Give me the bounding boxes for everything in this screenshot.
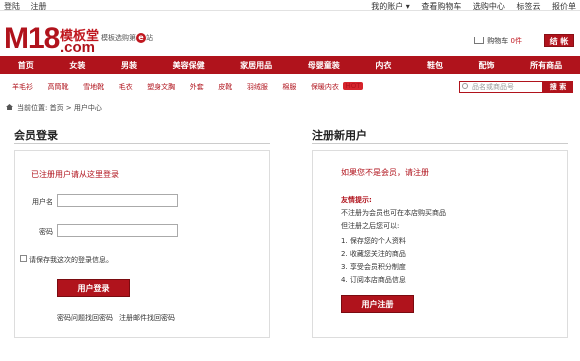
slogan-text: 模板选购第 [101, 34, 136, 42]
quote-link[interactable]: 报价单 [552, 2, 576, 11]
forgot-by-email-link[interactable]: 注册邮件找回密码 [119, 313, 175, 323]
login-title: 会员登录 [14, 129, 58, 142]
logo-dotcom: .com [60, 39, 96, 56]
tip-item: 3. 享受会员积分制度 [341, 263, 406, 271]
cart-icon [474, 37, 485, 44]
cart-count: 0件 [510, 37, 522, 45]
remember-checkbox[interactable] [20, 255, 27, 262]
password-field[interactable] [57, 224, 178, 237]
tips-intro-2: 但注册之后您可以: [341, 222, 400, 230]
sub-nav-item[interactable]: 毛衣 [119, 83, 133, 91]
breadcrumb: 当前位置: 首页 > 用户中心 [6, 103, 102, 113]
register-divider [312, 143, 568, 144]
nav-item-home[interactable]: 首页 [18, 60, 34, 71]
login-panel: 已注册用户请从这里登录 用户名 密码 请保存我这次的登录信息。 用户登录 密码问… [14, 150, 270, 338]
nav-item-underwear[interactable]: 内衣 [375, 60, 391, 71]
password-label: 密码 [39, 228, 53, 236]
logo-m18: M18 [4, 22, 60, 55]
register-panel: 如果您不是会员，请注册 友情提示: 不注册为会员也可在本店购买商品 但注册之后您… [312, 150, 568, 338]
tip-item: 4. 订阅本店商品信息 [341, 276, 406, 284]
register-button[interactable]: 用户注册 [341, 295, 414, 313]
login-link[interactable]: 登陆 [4, 2, 20, 11]
login-button[interactable]: 用户登录 [57, 279, 130, 297]
register-hint: 如果您不是会员，请注册 [341, 168, 429, 177]
search-input[interactable]: 品名或商品号 [459, 81, 543, 93]
tip-item: 1. 保存您的个人资料 [341, 237, 406, 245]
tags-link[interactable]: 标签云 [516, 2, 540, 11]
sub-nav-item[interactable]: 皮靴 [218, 83, 232, 91]
sub-nav-item[interactable]: 保暖内衣 [311, 83, 339, 91]
search-icon [462, 83, 468, 89]
username-label: 用户名 [32, 198, 53, 206]
home-icon [6, 104, 13, 110]
tips-title: 友情提示: [341, 196, 372, 204]
slogan: 模板选购第 e 站 [101, 33, 153, 43]
nav-item-women[interactable]: 女装 [69, 60, 85, 71]
nav-item-home-goods[interactable]: 家居用品 [240, 60, 272, 71]
sub-nav-item[interactable]: 羊毛衫 [12, 83, 33, 91]
header: M18 模板堂 .com 模板选购第 e 站 购物车 0件 结 帐 [0, 11, 580, 57]
remember-label: 请保存我这次的登录信息。 [29, 256, 113, 264]
nav-item-men[interactable]: 男装 [121, 60, 137, 71]
checkout-button[interactable]: 结 帐 [544, 34, 574, 47]
login-hint: 已注册用户请从这里登录 [31, 170, 119, 179]
register-title: 注册新用户 [312, 129, 367, 142]
tips-intro-1: 不注册为会员也可在本店购买商品 [341, 209, 446, 217]
login-divider [14, 143, 270, 144]
forgot-password-link[interactable]: 密码问题找回密码 [57, 313, 113, 323]
top-bar: 登陆 注册 我的账户 ▾ 查看购物车 选购中心 标签云 报价单 [0, 0, 580, 11]
hot-badge: HOT [343, 82, 363, 90]
nav-item-beauty[interactable]: 美容保健 [173, 60, 205, 71]
nav-item-bags[interactable]: 鞋包 [427, 60, 443, 71]
nav-item-accessories[interactable]: 配饰 [479, 60, 495, 71]
main-nav: 首页 女装 男装 美容保健 家居用品 母婴童装 内衣 鞋包 配饰 所有商品 [0, 56, 580, 74]
sub-nav-item[interactable]: 高筒靴 [48, 83, 69, 91]
register-link[interactable]: 注册 [31, 2, 47, 11]
search-placeholder: 品名或商品号 [472, 83, 514, 91]
cart-summary[interactable]: 购物车 0件 [474, 36, 522, 46]
view-cart-link[interactable]: 查看购物车 [421, 2, 461, 11]
my-account-menu[interactable]: 我的账户 ▾ [371, 2, 410, 11]
slogan-e-icon: e [136, 33, 146, 43]
search-button[interactable]: 搜 索 [543, 81, 573, 93]
purchase-list-link[interactable]: 选购中心 [473, 2, 505, 11]
sub-nav-items: 羊毛衫 高筒靴 雪地靴 毛衣 塑身文胸 外套 皮靴 羽绒服 棉服 保暖内衣 HO… [12, 82, 375, 92]
tip-item: 2. 收藏您关注的商品 [341, 250, 406, 258]
site-logo[interactable]: M18 模板堂 .com [4, 22, 99, 57]
breadcrumb-text: 当前位置: 首页 > 用户中心 [17, 104, 102, 112]
cart-label: 购物车 [487, 37, 509, 45]
sub-nav-item[interactable]: 塑身文胸 [147, 83, 175, 91]
nav-item-all[interactable]: 所有商品 [530, 60, 562, 71]
sub-nav-item[interactable]: 外套 [190, 83, 204, 91]
username-field[interactable] [57, 194, 178, 207]
sub-nav-item[interactable]: 羽绒服 [247, 83, 268, 91]
slogan-tail: 站 [146, 34, 153, 42]
sub-nav-item[interactable]: 雪地靴 [83, 83, 104, 91]
sub-nav-item[interactable]: 棉服 [282, 83, 296, 91]
nav-item-baby[interactable]: 母婴童装 [308, 60, 340, 71]
